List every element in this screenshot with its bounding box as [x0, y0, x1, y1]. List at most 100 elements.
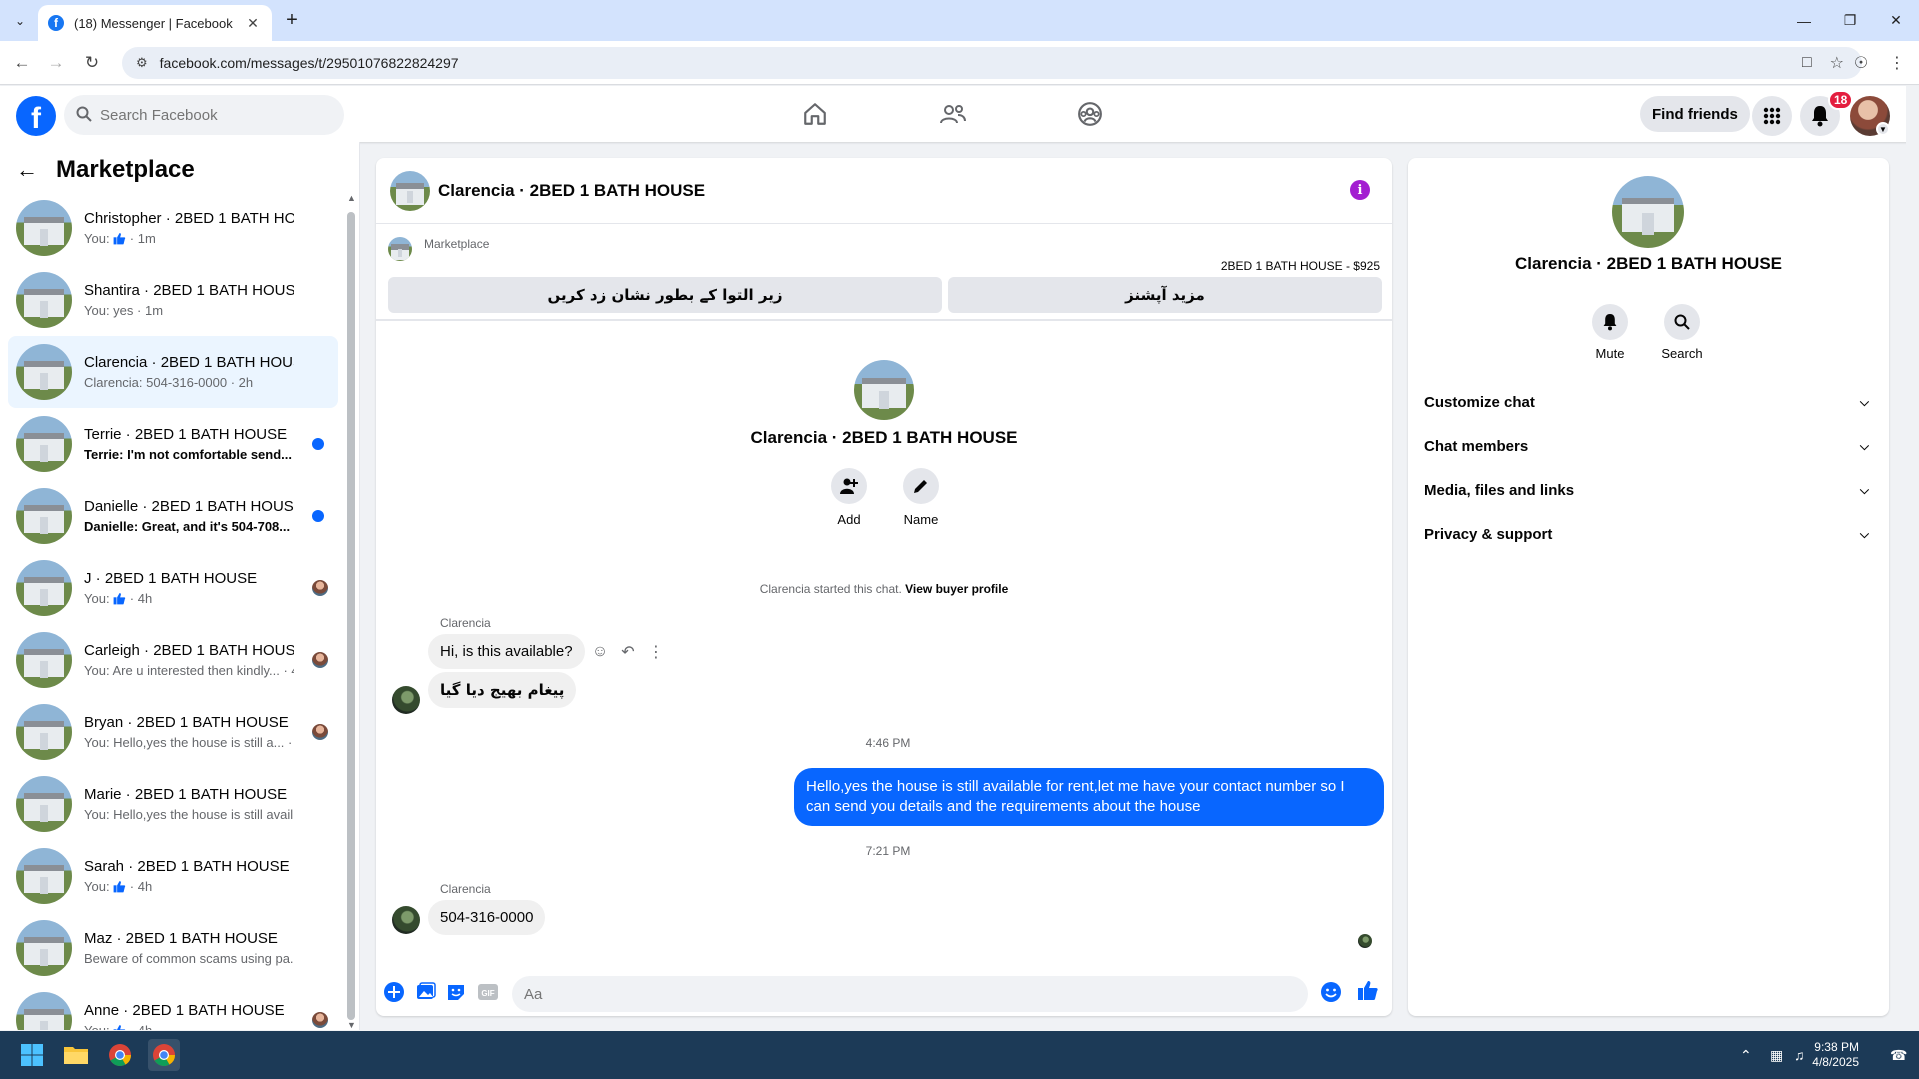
pencil-icon[interactable]: [903, 468, 939, 504]
back-arrow-icon[interactable]: ←: [8, 49, 36, 77]
chat-title[interactable]: Clarencia · 2BED 1 BATH HOUSE: [438, 181, 705, 201]
search-input[interactable]: [100, 106, 320, 124]
minimize-icon[interactable]: —: [1781, 0, 1827, 41]
snippet-body: Beware of common scams using pa...: [84, 951, 294, 966]
listing-small-thumbnail[interactable]: [388, 237, 412, 261]
tray-chevron-icon[interactable]: ⌃: [1740, 1047, 1752, 1064]
chat-header: Clarencia · 2BED 1 BATH HOUSE i: [376, 158, 1392, 224]
conversation-item[interactable]: Terrie · 2BED 1 BATH HOUSE Terrie: I'm no…: [8, 408, 338, 480]
view-buyer-profile-link[interactable]: View buyer profile: [905, 582, 1008, 596]
install-app-icon[interactable]: □: [1802, 54, 1812, 72]
bell-icon[interactable]: [1592, 304, 1628, 340]
forward-arrow-icon[interactable]: →: [42, 49, 70, 77]
conversation-item[interactable]: Bryan · 2BED 1 BATH HOUSE You: Hello,yes …: [8, 696, 338, 768]
search-icon[interactable]: [1664, 304, 1700, 340]
reload-icon[interactable]: ↻: [78, 49, 106, 77]
windows-start-icon[interactable]: [16, 1039, 48, 1071]
reply-icon[interactable]: ↶: [614, 638, 642, 666]
started-text: Clarencia started this chat.: [759, 582, 906, 596]
sidebar-scrollbar[interactable]: [347, 212, 355, 1020]
more-icon[interactable]: ⋮: [642, 638, 670, 666]
conversation-item[interactable]: Shantira · 2BED 1 BATH HOUSE You: yes · 1…: [8, 264, 338, 336]
mark-pending-button[interactable]: زیر التوا کے بطور نشان زد کریں: [388, 277, 942, 313]
bookmark-star-icon[interactable]: ☆: [1830, 53, 1844, 73]
my-message-bubble[interactable]: Hello,yes the house is still available f…: [794, 768, 1384, 826]
details-profile-picture[interactable]: [1612, 176, 1684, 248]
conversation-item[interactable]: J · 2BED 1 BATH HOUSE You: · 4h: [8, 552, 338, 624]
conversation-item[interactable]: Marie · 2BED 1 BATH HOUSE You: Hello,yes …: [8, 768, 338, 840]
section-chat-members[interactable]: Chat members ⌵: [1416, 424, 1881, 468]
snippet-time: · 4h: [126, 591, 153, 606]
conversation-item[interactable]: Christopher · 2BED 1 BATH HOUSE You: · 1m: [8, 192, 338, 264]
message-bubble[interactable]: پیغام بھیج دیا گیا: [428, 672, 577, 708]
more-options-button[interactable]: مزید آپشنز: [948, 277, 1382, 313]
sender-avatar[interactable]: [392, 906, 420, 934]
url-text[interactable]: facebook.com/messages/t/2950107682282429…: [160, 55, 1802, 71]
message-input-box[interactable]: [512, 976, 1308, 1012]
taskbar-clock[interactable]: 9:38 PM 4/8/2025: [1812, 1040, 1859, 1070]
chrome-icon[interactable]: [104, 1039, 136, 1071]
conversation-item[interactable]: Sarah · 2BED 1 BATH HOUSE You: · 4h: [8, 840, 338, 912]
gif-icon[interactable]: GIF: [476, 980, 500, 1004]
browser-tab[interactable]: f (18) Messenger | Facebook ✕: [38, 5, 272, 41]
add-action[interactable]: Add: [814, 468, 884, 527]
chrome-active-icon[interactable]: [148, 1039, 180, 1071]
sender-avatar[interactable]: [392, 686, 420, 714]
back-arrow-icon[interactable]: ←: [16, 157, 38, 183]
message-bubble[interactable]: Hi, is this available?: [428, 634, 585, 669]
window-close-icon[interactable]: ✕: [1873, 0, 1919, 41]
conversation-item[interactable]: Maz · 2BED 1 BATH HOUSE Beware of common …: [8, 912, 338, 984]
browser-profile-icon[interactable]: ☉: [1850, 52, 1872, 74]
scroll-up-icon[interactable]: ▲: [347, 193, 356, 203]
friends-icon[interactable]: [933, 94, 973, 134]
emoji-icon[interactable]: [1319, 980, 1343, 1004]
message-input[interactable]: [524, 985, 1224, 1003]
site-settings-icon[interactable]: ⚙: [136, 55, 148, 71]
listing-thumbnail[interactable]: [390, 170, 430, 211]
section-privacy-support[interactable]: Privacy & support ⌵: [1416, 512, 1881, 556]
chat-started-notice: Clarencia started this chat. View buyer …: [376, 582, 1392, 596]
sticker-icon[interactable]: [444, 980, 468, 1004]
add-person-icon[interactable]: [831, 468, 867, 504]
conversation-item[interactable]: Danielle · 2BED 1 BATH HOUSE Danielle: Gr…: [8, 480, 338, 552]
section-customize-chat[interactable]: Customize chat ⌵: [1416, 380, 1881, 424]
find-friends-button[interactable]: Find friends: [1640, 96, 1750, 132]
account-chevron-icon[interactable]: ▼: [1876, 122, 1890, 136]
facebook-search[interactable]: [64, 95, 344, 135]
menu-grid-icon[interactable]: [1752, 96, 1792, 136]
conversation-item[interactable]: Clarencia · 2BED 1 BATH HOUSE Clarencia: …: [8, 336, 338, 408]
home-icon[interactable]: [795, 94, 835, 134]
section-media-files-links[interactable]: Media, files and links ⌵: [1416, 468, 1881, 512]
facebook-logo-icon[interactable]: f: [16, 96, 56, 136]
info-icon[interactable]: i: [1350, 180, 1370, 200]
name-action[interactable]: Name: [886, 468, 956, 527]
file-explorer-icon[interactable]: [60, 1039, 92, 1071]
profile-picture[interactable]: [854, 360, 914, 420]
browser-menu-icon[interactable]: ⋮: [1886, 52, 1908, 74]
page-scrollbar[interactable]: [1906, 86, 1919, 1030]
tab-search-chevron-icon[interactable]: ⌄: [6, 7, 34, 35]
notification-center-icon[interactable]: ☎: [1890, 1047, 1907, 1064]
volume-icon[interactable]: ♫: [1794, 1047, 1805, 1063]
message-bubble[interactable]: 504-316-0000: [428, 900, 546, 935]
thumbs-up-icon[interactable]: [1356, 978, 1380, 1002]
new-tab-icon[interactable]: +: [280, 8, 304, 32]
conversation-snippet: Beware of common scams using pa... · 4h: [84, 951, 294, 966]
omnibox[interactable]: ⚙ facebook.com/messages/t/29501076822824…: [122, 47, 1862, 79]
timestamp: 7:21 PM: [865, 844, 911, 858]
listing-thumbnail: [16, 560, 72, 616]
facebook-favicon-icon: f: [48, 15, 64, 31]
mute-action[interactable]: Mute: [1580, 304, 1640, 361]
groups-icon[interactable]: [1070, 94, 1110, 134]
tab-close-icon[interactable]: ✕: [244, 15, 262, 32]
restore-icon[interactable]: ❐: [1827, 0, 1873, 41]
add-label: Add: [837, 512, 861, 527]
react-emoji-icon[interactable]: ☺: [586, 638, 614, 666]
conversation-item[interactable]: Carleigh · 2BED 1 BATH HOUSE You: Are u i…: [8, 624, 338, 696]
scroll-down-icon[interactable]: ▼: [347, 1020, 356, 1030]
plus-circle-icon[interactable]: [382, 980, 406, 1004]
network-icon[interactable]: ▦: [1770, 1047, 1783, 1064]
conversation-item[interactable]: Anne · 2BED 1 BATH HOUSE You: · 4h: [8, 984, 338, 1030]
search-action[interactable]: Search: [1652, 304, 1712, 361]
photo-icon[interactable]: [414, 980, 438, 1004]
